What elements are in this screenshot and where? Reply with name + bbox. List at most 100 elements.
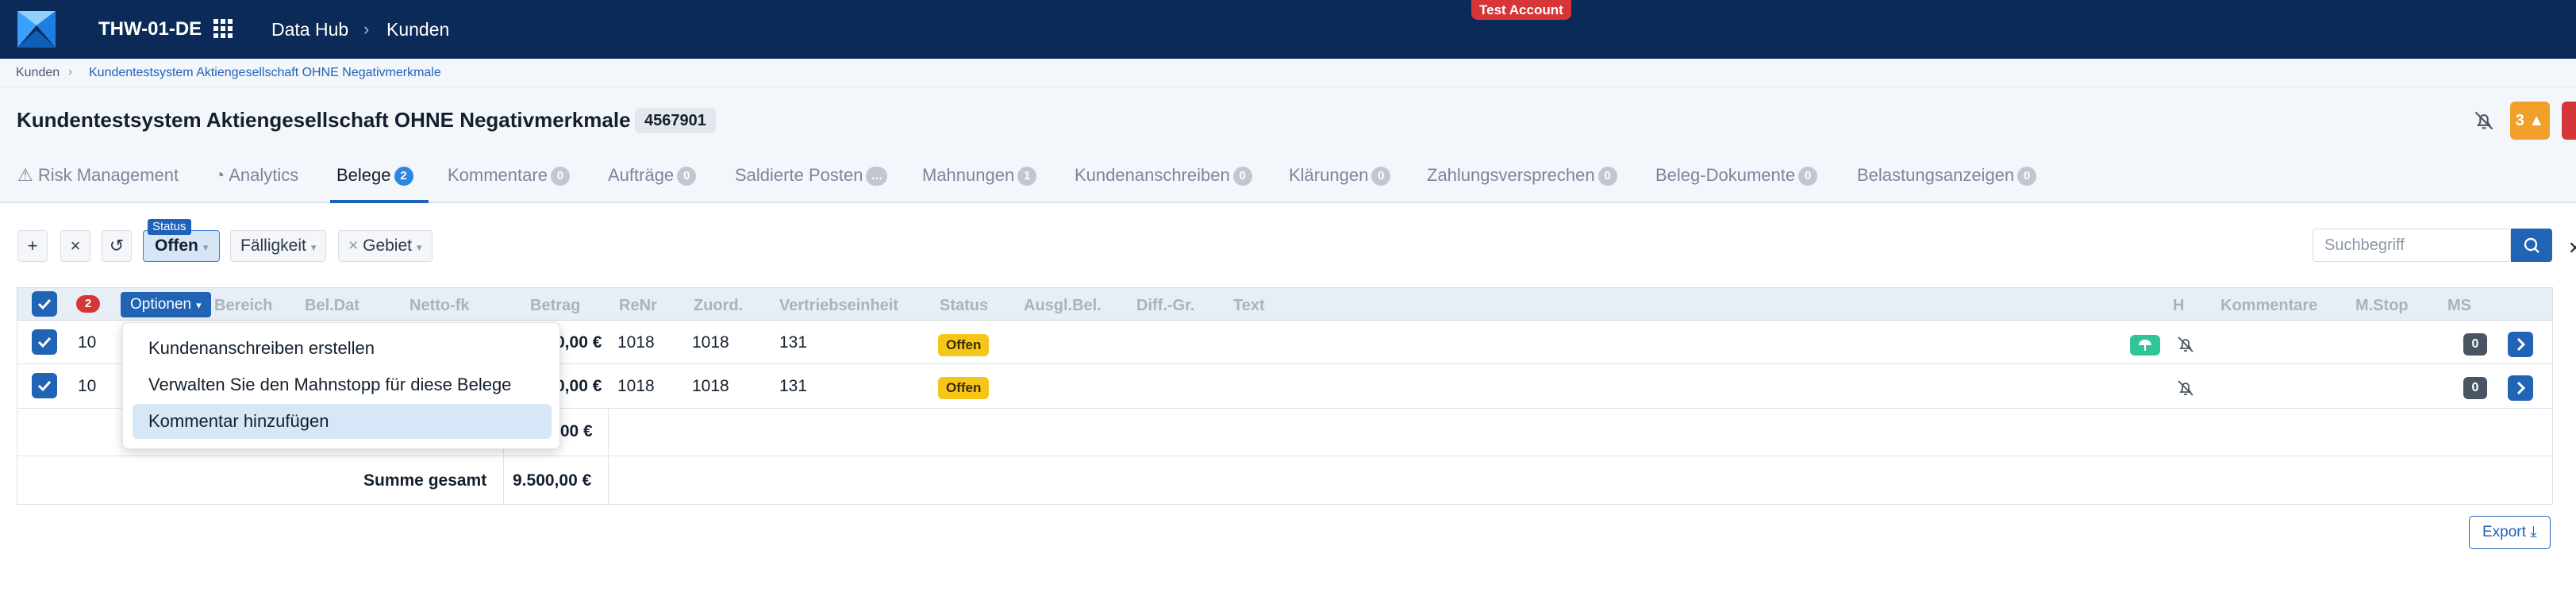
tab-label: Analytics [229, 165, 299, 185]
umbrella-icon[interactable] [2130, 335, 2160, 356]
faelligkeit-label: Fälligkeit [240, 236, 306, 255]
menu-item-mahnstopp-verwalten[interactable]: Verwalten Sie den Mahnstopp für diese Be… [133, 367, 552, 402]
reset-filters-button[interactable]: ↺ [102, 230, 132, 262]
faelligkeit-filter-button[interactable]: Fälligkeit ▾ [230, 230, 327, 262]
ms-count-badge: 0 [2463, 377, 2487, 399]
tab-kundenanschreiben[interactable]: Kundenanschreiben 0 [1075, 165, 1252, 186]
col-diffgr[interactable]: Diff.-Gr. [1136, 297, 1194, 315]
col-ausglbel[interactable]: Ausgl.Bel. [1024, 297, 1102, 315]
col-kommentare[interactable]: Kommentare [2220, 297, 2317, 315]
open-row-button[interactable] [2508, 332, 2533, 357]
col-h[interactable]: H [2173, 297, 2184, 315]
download-icon: ⤓ [2530, 524, 2537, 540]
tab-bar: ⚠ Risk Management ◔ Analytics Belege 2 Ko… [0, 151, 2576, 203]
tab-belege[interactable]: Belege 2 [336, 165, 413, 186]
chevron-right-icon [2516, 381, 2526, 395]
active-tab-indicator [330, 200, 429, 203]
status-filter-value: Offen [155, 236, 198, 255]
total-value: 9.500,00 € [513, 471, 592, 490]
select-all-checkbox[interactable] [32, 291, 57, 317]
tab-beleg-dokumente[interactable]: Beleg-Dokumente 0 [1655, 165, 1818, 186]
pie-chart-icon: ◔ [214, 165, 229, 185]
notifications-off-icon[interactable] [2473, 110, 2495, 132]
tab-count-badge: 0 [1798, 167, 1818, 186]
tenant-name[interactable]: THW-01-DE [98, 18, 202, 40]
row-zuord: 1018 [692, 377, 729, 395]
bell-off-icon[interactable] [2176, 335, 2195, 354]
status-filter-button[interactable]: Offen ▾ [143, 230, 221, 262]
breadcrumb-chevron-icon: › [68, 65, 73, 79]
nav-data-hub[interactable]: Data Hub [271, 19, 348, 40]
col-text[interactable]: Text [1233, 297, 1265, 315]
tab-saldierte-posten[interactable]: Saldierte Posten… [735, 165, 888, 186]
row-vertriebseinheit: 131 [779, 333, 808, 352]
warning-icon: ⚠ [17, 165, 38, 185]
nav-chevron-icon: › [363, 19, 370, 39]
col-beldat[interactable]: Bel.Dat [305, 297, 359, 315]
gebiet-filter-button[interactable]: × Gebiet ▾ [338, 230, 433, 262]
tab-auftraege[interactable]: Aufträge 0 [608, 165, 697, 186]
tab-label: Kundenanschreiben [1075, 165, 1230, 185]
options-menu: Kundenanschreiben erstellen Verwalten Si… [122, 322, 560, 449]
tab-count-badge: 2 [394, 167, 413, 186]
col-mstop[interactable]: M.Stop [2355, 297, 2409, 315]
col-renr[interactable]: ReNr [619, 297, 657, 315]
close-icon[interactable]: ✕ [2568, 238, 2576, 259]
caret-down-icon: ▾ [310, 241, 317, 253]
nav-kunden[interactable]: Kunden [386, 19, 449, 40]
selected-count-badge: 2 [76, 295, 100, 313]
status-badge: Offen [938, 334, 990, 356]
alerts-red-button[interactable] [2562, 102, 2576, 140]
col-vertriebseinheit[interactable]: Vertriebseinheit [779, 297, 898, 315]
row-renr: 1018 [617, 333, 655, 352]
tab-analytics[interactable]: ◔ Analytics [214, 165, 298, 186]
row-number: 10 [78, 377, 97, 395]
search-input[interactable] [2313, 229, 2511, 262]
col-status[interactable]: Status [940, 297, 988, 315]
menu-item-kundenanschreiben-erstellen[interactable]: Kundenanschreiben erstellen [133, 331, 552, 366]
col-betrag[interactable]: Betrag [530, 297, 580, 315]
add-filter-button[interactable]: + [17, 230, 48, 262]
subtotal-value: ,00 € [556, 422, 593, 440]
tab-count-badge: 0 [1232, 167, 1252, 186]
customer-id-badge: 4567901 [635, 108, 716, 133]
tab-count-badge: 0 [1371, 167, 1391, 186]
tab-mahnungen[interactable]: Mahnungen 1 [922, 165, 1037, 186]
clear-filters-button[interactable]: × [60, 230, 90, 262]
col-zuord[interactable]: Zuord. [694, 297, 743, 315]
app-logo-icon[interactable] [14, 8, 59, 51]
tab-count-badge: 0 [550, 167, 570, 186]
row-checkbox[interactable] [32, 373, 57, 398]
tab-risk-management[interactable]: ⚠ Risk Management [17, 165, 179, 186]
row-zuord: 1018 [692, 333, 729, 352]
tab-zahlungsversprechen[interactable]: Zahlungsversprechen 0 [1427, 165, 1617, 186]
menu-item-kommentar-hinzufuegen[interactable]: Kommentar hinzufügen [133, 404, 552, 439]
alerts-count: 3 [2515, 112, 2524, 129]
col-nettofk[interactable]: Netto-fk [409, 297, 470, 315]
export-label: Export [2482, 524, 2526, 540]
breadcrumb-customer[interactable]: Kundentestsystem Aktiengesellschaft OHNE… [89, 66, 441, 80]
open-row-button[interactable] [2508, 375, 2533, 401]
search-button[interactable] [2511, 229, 2552, 262]
tab-kommentare[interactable]: Kommentare 0 [448, 165, 570, 186]
bell-off-icon[interactable] [2176, 379, 2195, 398]
status-badge: Offen [938, 377, 990, 399]
alerts-orange-button[interactable]: 3 ▲ [2510, 102, 2550, 140]
row-number: 10 [78, 333, 97, 352]
export-button[interactable]: Export ⤓ [2469, 516, 2551, 549]
total-label: Summe gesamt [363, 471, 487, 490]
tab-belastungsanzeigen[interactable]: Belastungsanzeigen 0 [1857, 165, 2037, 186]
tab-count-badge: 0 [2017, 167, 2037, 186]
tab-klaerungen[interactable]: Klärungen 0 [1289, 165, 1391, 186]
breadcrumb-kunden[interactable]: Kunden [16, 66, 60, 80]
row-checkbox[interactable] [32, 329, 57, 355]
tab-label: Beleg-Dokumente [1655, 165, 1796, 185]
page-title: Kundentestsystem Aktiengesellschaft OHNE… [17, 108, 631, 132]
options-button[interactable]: Optionen ▾ [121, 292, 211, 317]
tab-label: Mahnungen [922, 165, 1015, 185]
caret-down-icon: ▾ [196, 299, 202, 311]
tab-label: Aufträge [608, 165, 675, 185]
col-bereich[interactable]: Bereich [214, 297, 272, 315]
col-ms[interactable]: MS [2447, 297, 2471, 315]
app-grid-icon[interactable] [213, 18, 233, 39]
